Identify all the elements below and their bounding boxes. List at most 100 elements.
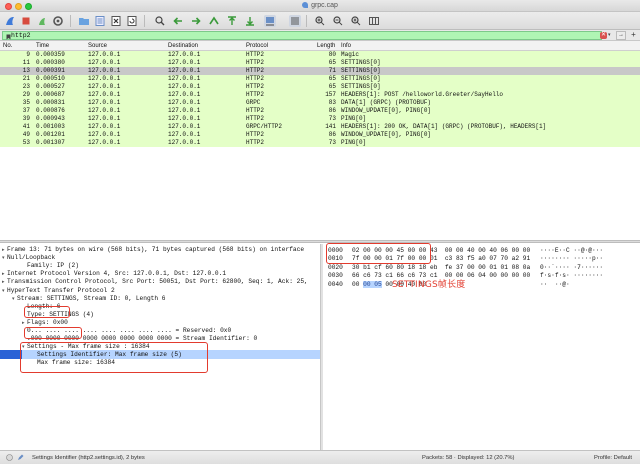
display-filter-input[interactable]: http2 bbox=[2, 31, 602, 40]
detail-tree-text: Null/Loopback bbox=[7, 254, 56, 262]
packet-row[interactable]: 49 0.001201 127.0.0.1 127.0.0.1 HTTP2 86 WINDO… bbox=[0, 131, 640, 139]
hex-ascii[interactable]: ·· ··@· bbox=[540, 280, 570, 289]
jump-icon bbox=[209, 16, 219, 25]
packet-cell-time: 0.000380 bbox=[36, 59, 65, 66]
packet-cell-time: 0.001003 bbox=[36, 123, 65, 130]
open-file-button[interactable] bbox=[78, 15, 90, 27]
annotation-box-flags bbox=[24, 327, 82, 339]
packet-row[interactable]: 35 0.000831 127.0.0.1 127.0.0.1 GRPC 83 DATA[1… bbox=[0, 99, 640, 107]
restart-capture-button[interactable] bbox=[36, 15, 48, 27]
packet-row[interactable]: 29 0.000687 127.0.0.1 127.0.0.1 HTTP2 157 HEAD… bbox=[0, 91, 640, 99]
packet-row[interactable]: 39 0.000943 127.0.0.1 127.0.0.1 HTTP2 73 PING[… bbox=[0, 115, 640, 123]
packet-cell-dst: 127.0.0.1 bbox=[168, 51, 201, 58]
packet-cell-dst: 127.0.0.1 bbox=[168, 75, 201, 82]
packet-cell-proto: HTTP2 bbox=[246, 59, 265, 66]
stop-capture-button[interactable] bbox=[20, 15, 32, 27]
colorize-button[interactable] bbox=[289, 15, 301, 27]
packet-cell-src: 127.0.0.1 bbox=[88, 139, 121, 146]
packet-cell-proto: HTTP2 bbox=[246, 51, 265, 58]
packet-row[interactable]: 11 0.000380 127.0.0.1 127.0.0.1 HTTP2 65 SETTI… bbox=[0, 59, 640, 67]
folder-icon bbox=[79, 18, 89, 25]
reload-file-button[interactable] bbox=[126, 15, 138, 27]
hex-bytes-highlighted: 00 05 bbox=[363, 280, 382, 288]
column-header-no[interactable]: No. bbox=[3, 43, 12, 49]
detail-tree-text: Family: IP (2) bbox=[27, 262, 79, 270]
last-packet-button[interactable] bbox=[244, 15, 256, 27]
packet-cell-time: 0.000527 bbox=[36, 83, 65, 90]
arrow-left-icon bbox=[173, 17, 182, 25]
packet-cell-dst: 127.0.0.1 bbox=[168, 123, 201, 130]
packet-row[interactable]: 9 0.000359 127.0.0.1 127.0.0.1 HTTP2 80 Magic bbox=[0, 51, 640, 59]
normal-size-button[interactable] bbox=[350, 15, 362, 27]
packet-list: No. Time Source Destination Protocol Len… bbox=[0, 41, 640, 240]
first-packet-button[interactable] bbox=[226, 15, 238, 27]
packet-row[interactable]: 53 0.001307 127.0.0.1 127.0.0.1 HTTP2 73 PING[… bbox=[0, 139, 640, 147]
add-filter-button[interactable]: + bbox=[629, 31, 638, 40]
close-file-button[interactable] bbox=[110, 15, 122, 27]
packet-cell-info: HEADERS[1]: 200 OK, DATA[1] (GRPC) (PROT… bbox=[341, 123, 547, 130]
zoom-out-icon bbox=[333, 16, 343, 26]
autoscroll-icon bbox=[266, 17, 274, 26]
window-title-text: grpc.cap bbox=[311, 2, 338, 9]
packet-cell-proto: HTTP2 bbox=[246, 83, 265, 90]
packet-cell-src: 127.0.0.1 bbox=[88, 123, 121, 130]
arrow-up-bar-icon bbox=[228, 16, 236, 25]
packet-cell-time: 0.000391 bbox=[36, 67, 65, 74]
save-file-button[interactable] bbox=[94, 15, 106, 27]
main-toolbar bbox=[0, 12, 640, 30]
packet-cell-no: 13 bbox=[22, 67, 30, 74]
packet-row[interactable]: 41 0.001003 127.0.0.1 127.0.0.1 GRPC/HTTP2 14… bbox=[0, 123, 640, 131]
packet-cell-len: 73 bbox=[328, 115, 336, 122]
title-bar: grpc.cap bbox=[0, 0, 640, 12]
packet-row[interactable]: 13 0.000391 127.0.0.1 127.0.0.1 HTTP2 71 SETTI… bbox=[0, 67, 640, 75]
packet-row[interactable]: 21 0.000510 127.0.0.1 127.0.0.1 HTTP2 65 SETTI… bbox=[0, 75, 640, 83]
go-forward-button[interactable] bbox=[190, 15, 202, 27]
packet-bytes-pane: 0000 02 00 00 00 45 00 00 43 00 00 40 00 … bbox=[324, 244, 640, 450]
zoom-in-button[interactable] bbox=[314, 15, 326, 27]
find-packet-button[interactable] bbox=[154, 15, 166, 27]
status-field-info: Settings Identifier (http2.settings.id),… bbox=[32, 455, 145, 461]
pane-splitter-vertical[interactable] bbox=[320, 244, 323, 450]
capture-options-button[interactable] bbox=[52, 15, 64, 27]
edit-comment-icon[interactable] bbox=[17, 454, 24, 461]
packet-row[interactable]: 37 0.000876 127.0.0.1 127.0.0.1 HTTP2 86 WINDO… bbox=[0, 107, 640, 115]
column-header-destination[interactable]: Destination bbox=[168, 43, 198, 49]
detail-tree-text: Stream: SETTINGS, Stream ID: 0, Length 6 bbox=[17, 294, 166, 302]
arrow-right-icon bbox=[192, 17, 201, 25]
packet-cell-time: 0.000687 bbox=[36, 91, 65, 98]
packet-cell-info: Magic bbox=[341, 51, 360, 58]
packet-cell-no: 11 bbox=[22, 59, 30, 66]
autoscroll-button[interactable] bbox=[264, 15, 276, 27]
wireshark-fin-icon bbox=[302, 2, 309, 8]
packet-cell-src: 127.0.0.1 bbox=[88, 91, 121, 98]
start-capture-button[interactable] bbox=[4, 15, 16, 27]
clear-filter-icon[interactable]: ✕ bbox=[600, 32, 607, 39]
resize-columns-button[interactable] bbox=[368, 15, 380, 27]
packet-cell-len: 65 bbox=[328, 59, 336, 66]
filter-history-dropdown-icon[interactable]: ▾ bbox=[608, 32, 614, 39]
column-header-source[interactable]: Source bbox=[88, 43, 107, 49]
shark-fin-icon bbox=[6, 17, 14, 25]
column-header-protocol[interactable]: Protocol bbox=[246, 43, 268, 49]
packet-cell-time: 0.000510 bbox=[36, 75, 65, 82]
packet-cell-len: 141 bbox=[325, 123, 336, 130]
packet-cell-proto: HTTP2 bbox=[246, 139, 265, 146]
display-filter-value: http2 bbox=[11, 32, 31, 39]
go-back-button[interactable] bbox=[172, 15, 184, 27]
packet-cell-len: 86 bbox=[328, 131, 336, 138]
packet-cell-no: 41 bbox=[22, 123, 30, 130]
apply-filter-button[interactable]: → bbox=[616, 31, 626, 40]
column-header-info[interactable]: Info bbox=[341, 43, 351, 49]
packet-row[interactable]: 23 0.000527 127.0.0.1 127.0.0.1 HTTP2 65 SETTI… bbox=[0, 83, 640, 91]
ready-status-icon bbox=[6, 454, 13, 461]
zoom-out-button[interactable] bbox=[332, 15, 344, 27]
pane-splitter[interactable] bbox=[0, 240, 640, 243]
status-profile[interactable]: Profile: Default bbox=[594, 455, 632, 461]
packet-cell-no: 39 bbox=[22, 115, 30, 122]
packet-cell-proto: HTTP2 bbox=[246, 115, 265, 122]
column-header-length[interactable]: Length bbox=[317, 43, 335, 49]
column-header-time[interactable]: Time bbox=[36, 43, 49, 49]
packet-cell-proto: HTTP2 bbox=[246, 107, 265, 114]
go-to-packet-button[interactable] bbox=[208, 15, 220, 27]
packet-cell-dst: 127.0.0.1 bbox=[168, 115, 201, 122]
